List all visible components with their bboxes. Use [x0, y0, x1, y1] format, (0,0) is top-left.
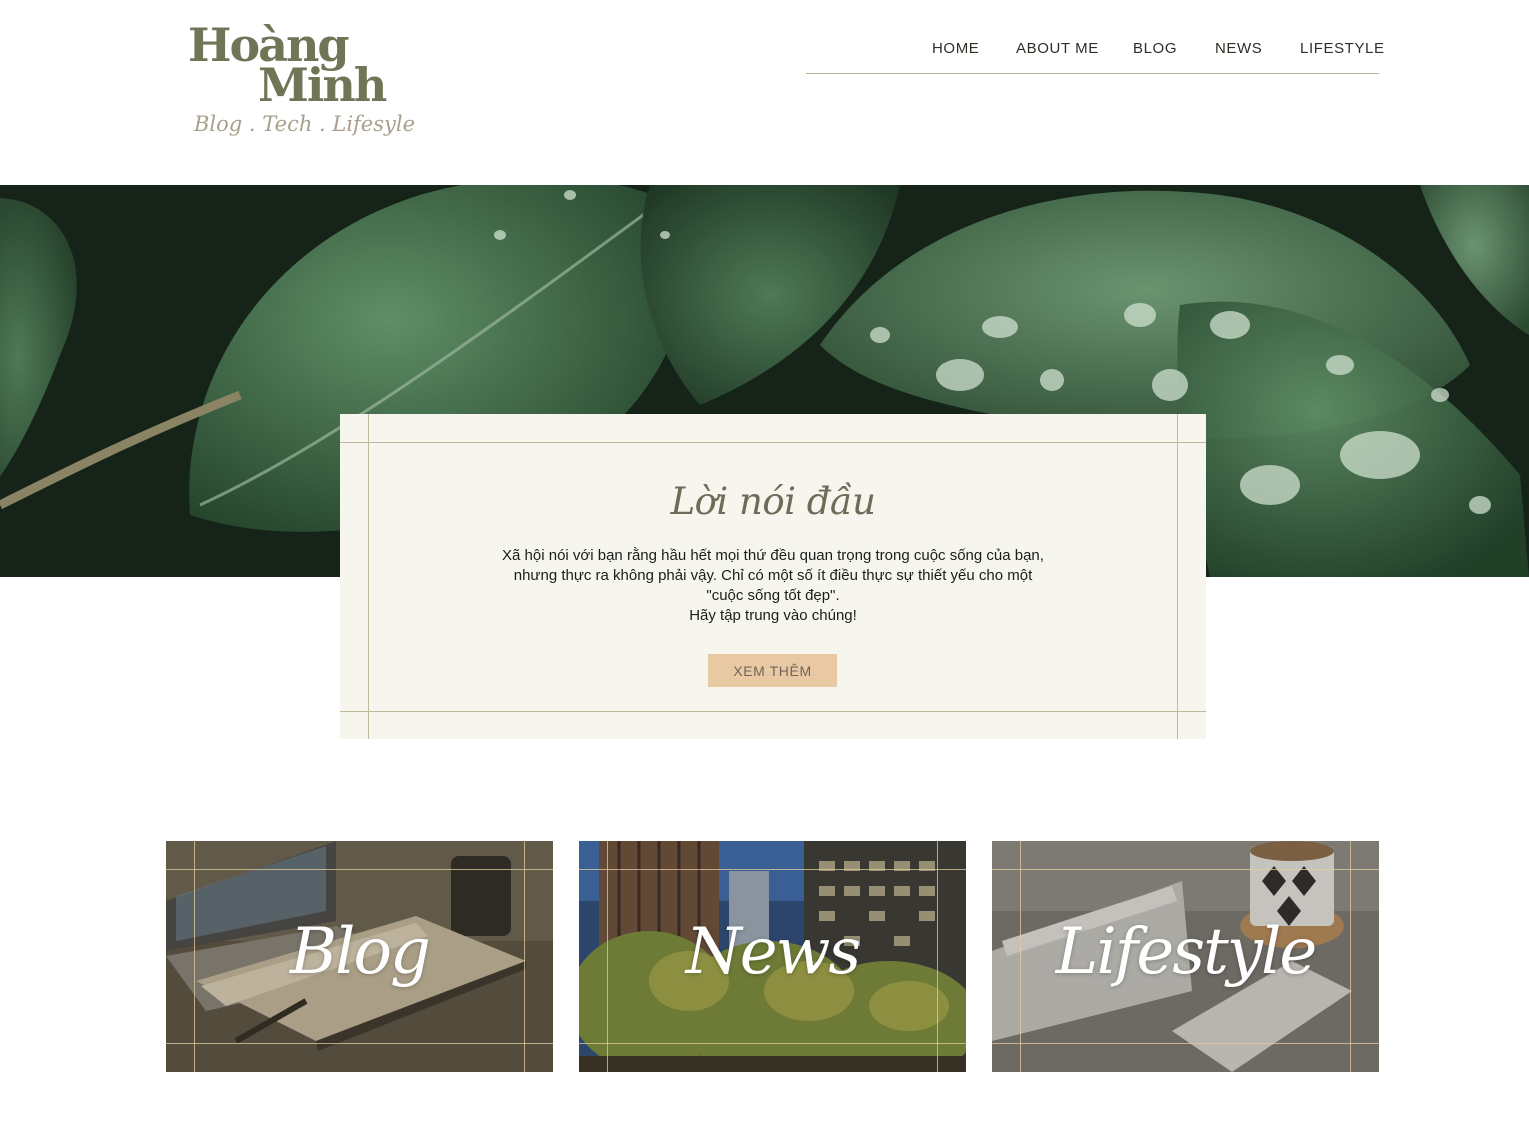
category-label-lifestyle: Lifestyle [1055, 915, 1318, 989]
category-card-blog[interactable]: Blog [166, 841, 553, 1072]
card-guide-line [992, 869, 1379, 870]
nav-blog[interactable]: BLOG [1133, 40, 1177, 57]
logo-last-name: Minh [258, 58, 387, 112]
intro-title: Lời nói đầu [670, 480, 876, 523]
main-nav: HOME ABOUT ME BLOG NEWS LIFESTYLE [806, 30, 1384, 74]
card-guide-line [166, 1043, 553, 1044]
category-card-news[interactable]: News [579, 841, 966, 1072]
card-guide-line [1177, 414, 1178, 739]
nav-about-me[interactable]: ABOUT ME [1016, 40, 1099, 57]
category-label-blog: Blog [290, 915, 431, 989]
intro-text-line: "cuộc sống tốt đẹp". [706, 587, 840, 604]
card-guide-line [166, 869, 553, 870]
read-more-button[interactable]: XEM THÊM [708, 654, 837, 687]
card-guide-line [579, 1043, 966, 1044]
intro-card: Lời nói đầu Xã hội nói với bạn rằng hầu … [340, 414, 1206, 739]
card-guide-line [992, 1043, 1379, 1044]
nav-lifestyle[interactable]: LIFESTYLE [1300, 40, 1385, 57]
card-guide-line [340, 442, 1206, 443]
card-guide-line [368, 414, 369, 739]
intro-text-line: Xã hội nói với bạn rằng hầu hết mọi thứ … [502, 547, 1044, 564]
category-label-news: News [685, 915, 862, 989]
intro-text-line: nhưng thực ra không phải vậy. Chỉ có một… [513, 567, 1033, 584]
card-guide-line [340, 711, 1206, 712]
nav-home[interactable]: HOME [932, 40, 979, 57]
intro-text: Xã hội nói với bạn rằng hầu hết mọi thứ … [460, 546, 1086, 626]
intro-text-line: Hãy tập trung vào chúng! [689, 607, 857, 624]
category-card-lifestyle[interactable]: Lifestyle [992, 841, 1379, 1072]
site-logo[interactable]: Hoàng Minh Blog . Tech . Lifesyle [186, 18, 415, 143]
card-guide-line [579, 869, 966, 870]
nav-news[interactable]: NEWS [1215, 40, 1262, 57]
logo-tagline: Blog . Tech . Lifesyle [194, 112, 416, 136]
